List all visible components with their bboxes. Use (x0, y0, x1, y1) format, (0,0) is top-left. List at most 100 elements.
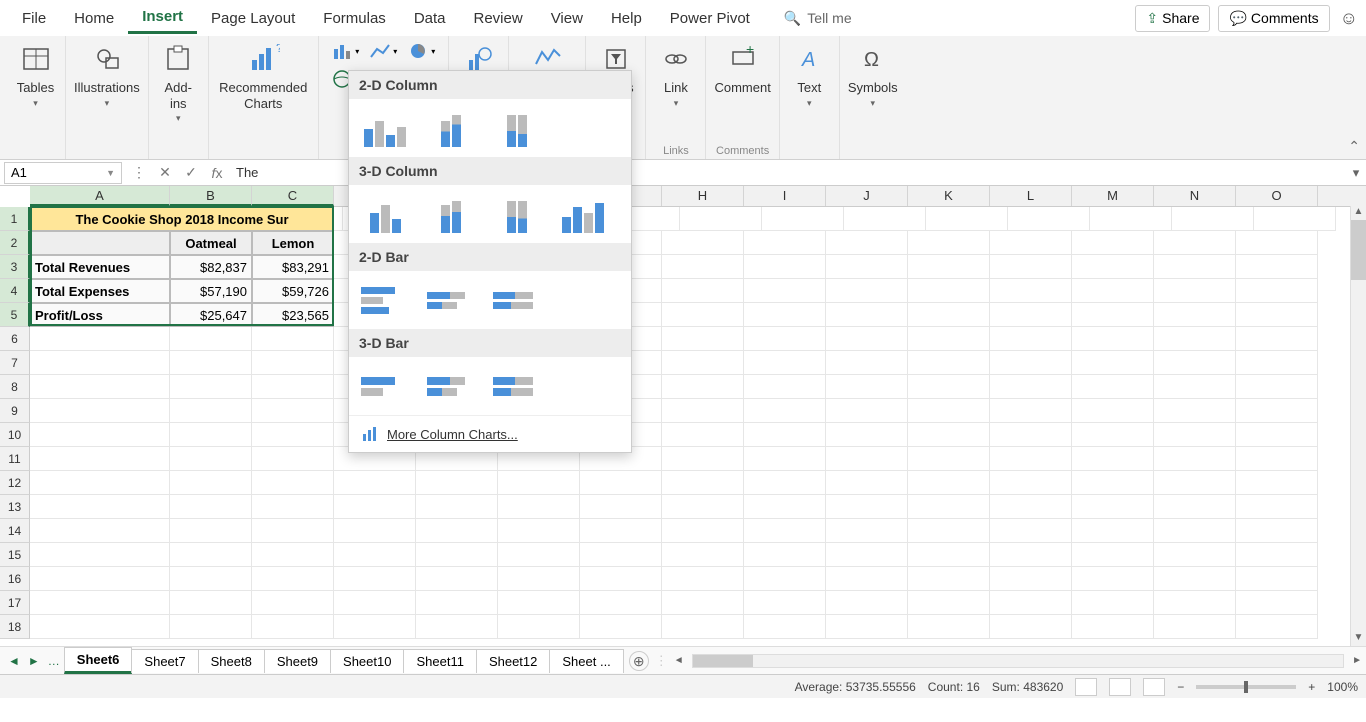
row-15[interactable]: 15 (0, 543, 30, 567)
tab-formulas[interactable]: Formulas (309, 4, 400, 33)
zoom-slider[interactable] (1196, 685, 1296, 689)
spreadsheet-grid[interactable]: A B C D E F G H I J K L M N O 1 The Cook… (0, 186, 1366, 646)
enter-icon[interactable]: ✓ (178, 164, 204, 181)
sheet-nav-next[interactable]: ► (24, 654, 44, 668)
tab-data[interactable]: Data (400, 4, 460, 33)
row-17[interactable]: 17 (0, 591, 30, 615)
col-I[interactable]: I (744, 186, 826, 206)
cell-C3[interactable]: $83,291 (252, 255, 334, 279)
cancel-icon[interactable]: ✕ (152, 164, 178, 181)
insert-pie-chart[interactable]: ▾ (403, 38, 439, 64)
ribbon-comment[interactable]: + Comment Comments (706, 36, 779, 159)
row-9[interactable]: 9 (0, 399, 30, 423)
tab-view[interactable]: View (537, 4, 597, 33)
col-L[interactable]: L (990, 186, 1072, 206)
row-3[interactable]: 3 (0, 255, 30, 279)
cell-C5[interactable]: $23,565 (252, 303, 334, 327)
sheet-tab-sheet12[interactable]: Sheet12 (476, 649, 550, 673)
stacked-100-column-icon[interactable] (493, 109, 541, 147)
clustered-bar-icon[interactable] (361, 281, 409, 319)
ribbon-illustrations[interactable]: Illustrations ▾ (66, 36, 149, 159)
3d-stacked-100-column-icon[interactable] (493, 195, 541, 233)
insert-line-chart[interactable]: ▾ (365, 38, 401, 64)
row-18[interactable]: 18 (0, 615, 30, 639)
sheet-tab-sheet9[interactable]: Sheet9 (264, 649, 331, 673)
tab-help[interactable]: Help (597, 4, 656, 33)
view-page-layout[interactable] (1109, 678, 1131, 696)
cell-B3[interactable]: $82,837 (170, 255, 252, 279)
stacked-column-icon[interactable] (427, 109, 475, 147)
tab-power-pivot[interactable]: Power Pivot (656, 4, 764, 33)
cell-A2[interactable] (30, 231, 170, 255)
col-M[interactable]: M (1072, 186, 1154, 206)
sheet-tab-sheet8[interactable]: Sheet8 (198, 649, 265, 673)
tab-review[interactable]: Review (460, 4, 537, 33)
col-H[interactable]: H (662, 186, 744, 206)
row-11[interactable]: 11 (0, 447, 30, 471)
cell-A5[interactable]: Profit/Loss (30, 303, 170, 327)
more-column-charts[interactable]: More Column Charts... (349, 415, 631, 452)
3d-clustered-column-icon[interactable] (361, 195, 409, 233)
hscroll-right[interactable]: ► (1352, 655, 1362, 666)
row-6[interactable]: 6 (0, 327, 30, 351)
ribbon-link[interactable]: Link ▾ Links (646, 36, 706, 159)
row-7[interactable]: 7 (0, 351, 30, 375)
cell-B5[interactable]: $25,647 (170, 303, 252, 327)
ribbon-recommended-charts[interactable]: ? Recommended Charts (209, 36, 319, 159)
col-B[interactable]: B (170, 186, 252, 206)
collapse-ribbon-icon[interactable]: ⌃ (1348, 138, 1360, 155)
add-sheet-button[interactable]: ⊕ (629, 651, 649, 671)
3d-stacked-column-icon[interactable] (427, 195, 475, 233)
sheet-tab-sheet7[interactable]: Sheet7 (131, 649, 198, 673)
zoom-out[interactable]: − (1177, 680, 1184, 694)
hscroll-left[interactable]: ◄ (674, 655, 684, 666)
3d-clustered-bar-icon[interactable] (361, 367, 409, 405)
row-13[interactable]: 13 (0, 495, 30, 519)
row-5[interactable]: 5 (0, 303, 30, 327)
3d-stacked-100-bar-icon[interactable] (493, 367, 541, 405)
fx-icon[interactable]: fx (204, 165, 230, 181)
tab-home[interactable]: Home (60, 4, 128, 33)
stacked-100-bar-icon[interactable] (493, 281, 541, 319)
view-page-break[interactable] (1143, 678, 1165, 696)
name-box[interactable]: A1 ▼ (4, 162, 122, 184)
cell-B2[interactable]: Oatmeal (170, 231, 252, 255)
clustered-column-icon[interactable] (361, 109, 409, 147)
row-16[interactable]: 16 (0, 567, 30, 591)
ribbon-symbols[interactable]: Ω Symbols ▾ (840, 36, 906, 159)
row-2[interactable]: 2 (0, 231, 30, 255)
row-8[interactable]: 8 (0, 375, 30, 399)
col-K[interactable]: K (908, 186, 990, 206)
col-O[interactable]: O (1236, 186, 1318, 206)
3d-stacked-bar-icon[interactable] (427, 367, 475, 405)
cell-A3[interactable]: Total Revenues (30, 255, 170, 279)
sheet-nav-prev[interactable]: ◄ (4, 654, 24, 668)
sheet-nav-more[interactable]: … (44, 654, 64, 668)
row-1[interactable]: 1 (0, 207, 30, 231)
cell-C4[interactable]: $59,726 (252, 279, 334, 303)
3d-column-icon[interactable] (559, 195, 607, 233)
ribbon-tables[interactable]: Tables ▾ (6, 36, 66, 159)
cell-C2[interactable]: Lemon (252, 231, 334, 255)
zoom-level[interactable]: 100% (1327, 680, 1358, 694)
tab-insert[interactable]: Insert (128, 2, 197, 34)
share-button[interactable]: ⇪ Share (1135, 5, 1210, 32)
sheet-tab-sheet6[interactable]: Sheet6 (64, 647, 133, 674)
tab-page-layout[interactable]: Page Layout (197, 4, 309, 33)
row-10[interactable]: 10 (0, 423, 30, 447)
feedback-icon[interactable]: ☺ (1340, 8, 1358, 29)
stacked-bar-icon[interactable] (427, 281, 475, 319)
cell-A4[interactable]: Total Expenses (30, 279, 170, 303)
row-4[interactable]: 4 (0, 279, 30, 303)
col-A[interactable]: A (30, 186, 170, 206)
cell-B4[interactable]: $57,190 (170, 279, 252, 303)
ribbon-text[interactable]: A Text ▾ (780, 36, 840, 159)
view-normal[interactable] (1075, 678, 1097, 696)
tell-me-search[interactable]: 🔍 Tell me (784, 10, 852, 27)
insert-column-chart[interactable]: ▾ (327, 38, 363, 64)
tab-file[interactable]: File (8, 4, 60, 33)
comments-button[interactable]: 💬 Comments (1218, 5, 1329, 32)
ribbon-addins[interactable]: Add- ins ▾ (149, 36, 209, 159)
expand-formula-icon[interactable]: ▾ (1346, 165, 1366, 181)
col-N[interactable]: N (1154, 186, 1236, 206)
